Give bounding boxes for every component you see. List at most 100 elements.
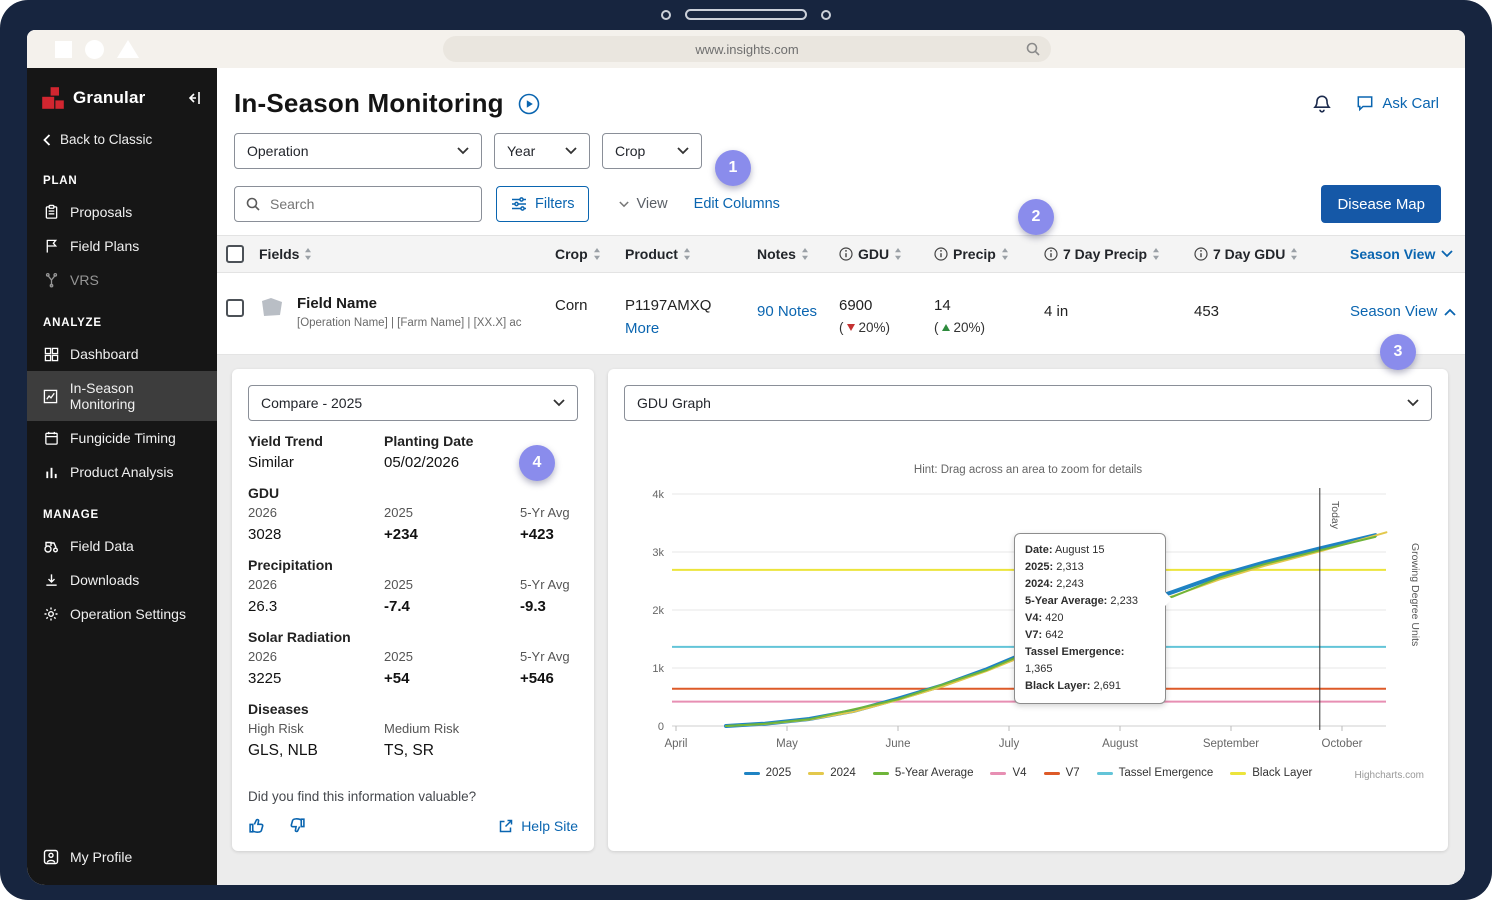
disease-map-button[interactable]: Disease Map [1321, 185, 1441, 223]
field-cell[interactable]: Field Name [Operation Name] | [Farm Name… [253, 273, 549, 340]
sort-icon[interactable] [1290, 248, 1298, 260]
column-7-day-precip[interactable]: 7 Day Precip [1038, 246, 1188, 262]
info-icon[interactable] [934, 247, 948, 261]
walkthrough-play-icon[interactable] [518, 93, 540, 115]
ask-carl-button[interactable]: Ask Carl [1356, 95, 1439, 112]
column-product[interactable]: Product [619, 246, 751, 262]
sidebar-item-in-season-monitoring[interactable]: In-Season Monitoring [27, 371, 217, 421]
sort-icon[interactable] [304, 248, 312, 260]
legend-swatch [1230, 771, 1247, 775]
year-dropdown-label: Year [507, 143, 536, 159]
sidebar-item-label: Field Data [70, 538, 134, 554]
column-7-day-gdu[interactable]: 7 Day GDU [1188, 246, 1338, 262]
sidebar-item-proposals[interactable]: Proposals [27, 195, 217, 229]
select-all-checkbox[interactable] [226, 245, 244, 263]
legend-item-2024[interactable]: 2024 [808, 767, 856, 779]
sidebar-item-field-plans[interactable]: Field Plans [27, 229, 217, 263]
sidebar-item-dashboard[interactable]: Dashboard [27, 337, 217, 371]
legend-item-2025[interactable]: 2025 [743, 767, 791, 779]
collapse-sidebar-icon[interactable] [185, 90, 203, 106]
gdu-graph-card: GDU Graph Hint: Drag across an area to z… [608, 369, 1448, 851]
crop-dropdown[interactable]: Crop [602, 133, 702, 169]
sort-icon[interactable] [801, 248, 809, 260]
legend-label: V4 [1012, 767, 1027, 779]
notes-link[interactable]: 90 Notes [757, 303, 817, 320]
view-dropdown[interactable]: View [619, 196, 668, 212]
column-notes[interactable]: Notes [751, 246, 833, 262]
info-icon[interactable] [1194, 247, 1208, 261]
search-input[interactable] [270, 196, 471, 212]
titlebar-circle-icon [661, 9, 671, 20]
legend-item-5-year-average[interactable]: 5-Year Average [872, 767, 974, 779]
chat-bubble-icon [1356, 95, 1374, 112]
window-square-icon[interactable] [55, 40, 72, 58]
legend-label: 5-Year Average [894, 767, 974, 779]
search-box[interactable] [234, 186, 482, 222]
sort-icon[interactable] [1152, 248, 1160, 260]
help-site-link[interactable]: Help Site [498, 818, 578, 834]
info-icon[interactable] [1044, 247, 1058, 261]
gear-icon [43, 606, 59, 622]
column-season-view[interactable]: Season View [1338, 246, 1465, 262]
address-bar[interactable]: www.insights.com [443, 36, 1051, 62]
thumbs-up-icon[interactable] [248, 816, 267, 835]
x-tick-label: May [776, 738, 798, 750]
notification-bell-icon[interactable] [1312, 94, 1332, 114]
download-icon [43, 572, 59, 588]
sidebar-item-vrs[interactable]: VRS [27, 263, 217, 297]
gdu-avg-value: +423 [520, 526, 554, 543]
season-view-toggle[interactable]: Season View [1338, 273, 1465, 328]
column-crop[interactable]: Crop [549, 246, 619, 262]
window-triangle-icon[interactable] [117, 40, 139, 58]
operation-dropdown[interactable]: Operation [234, 133, 482, 169]
legend-item-black-layer[interactable]: Black Layer [1230, 767, 1312, 779]
sidebar-item-product-analysis[interactable]: Product Analysis [27, 455, 217, 489]
sort-icon[interactable] [1001, 248, 1009, 260]
sidebar-item-label: Downloads [70, 572, 140, 588]
sort-icon[interactable] [593, 248, 601, 260]
sidebar-item-operation-settings[interactable]: Operation Settings [27, 597, 217, 631]
table-row[interactable]: Field Name [Operation Name] | [Farm Name… [217, 273, 1465, 355]
sidebar-item-downloads[interactable]: Downloads [27, 563, 217, 597]
year-dropdown[interactable]: Year [494, 133, 590, 169]
row-checkbox[interactable] [226, 299, 244, 317]
legend-item-tassel-emergence[interactable]: Tassel Emergence [1096, 767, 1213, 779]
legend-item-v7[interactable]: V7 [1043, 767, 1080, 779]
column-precip[interactable]: Precip [928, 246, 1038, 262]
callout-4: 4 [519, 445, 555, 481]
sort-icon[interactable] [683, 248, 691, 260]
product-more-link[interactable]: More [625, 320, 659, 337]
y-tick-label: 3k [652, 547, 664, 559]
thumbs-down-icon[interactable] [287, 816, 306, 835]
sidebar-item-my-profile[interactable]: My Profile [27, 835, 217, 885]
graph-type-dropdown[interactable]: GDU Graph [624, 385, 1432, 421]
info-icon[interactable] [839, 247, 853, 261]
solar-2025-value: +54 [384, 670, 410, 687]
chevron-down-icon [619, 200, 630, 207]
compare-dropdown[interactable]: Compare - 2025 [248, 385, 578, 421]
branch-icon [43, 272, 59, 288]
window-circle-icon[interactable] [85, 39, 104, 59]
clipboard-icon [43, 204, 59, 220]
filters-button[interactable]: Filters [496, 186, 590, 222]
arrow-down-icon [846, 324, 855, 331]
tooltip-row: V4: 420 [1025, 612, 1064, 625]
legend-item-v4[interactable]: V4 [990, 767, 1027, 779]
y-tick-label: 4k [652, 489, 664, 501]
crop-dropdown-label: Crop [615, 143, 646, 159]
edit-columns-link[interactable]: Edit Columns [694, 196, 780, 212]
chevron-down-icon [553, 399, 565, 407]
sidebar-item-fungicide-timing[interactable]: Fungicide Timing [27, 421, 217, 455]
column-fields[interactable]: Fields [253, 246, 549, 262]
column-label: Crop [555, 246, 588, 262]
back-to-classic-link[interactable]: Back to Classic [27, 118, 217, 155]
window-controls[interactable] [55, 39, 139, 59]
column-gdu[interactable]: GDU [833, 246, 928, 262]
sort-icon[interactable] [894, 248, 902, 260]
col-2025-label: 2025 [384, 577, 413, 592]
legend-swatch [990, 771, 1007, 775]
section-manage-title: MANAGE [43, 509, 99, 521]
gdu-chart-area[interactable]: Hint: Drag across an area to zoom for de… [624, 433, 1432, 781]
sidebar-item-field-data[interactable]: Field Data [27, 529, 217, 563]
arrow-up-icon [941, 324, 950, 331]
